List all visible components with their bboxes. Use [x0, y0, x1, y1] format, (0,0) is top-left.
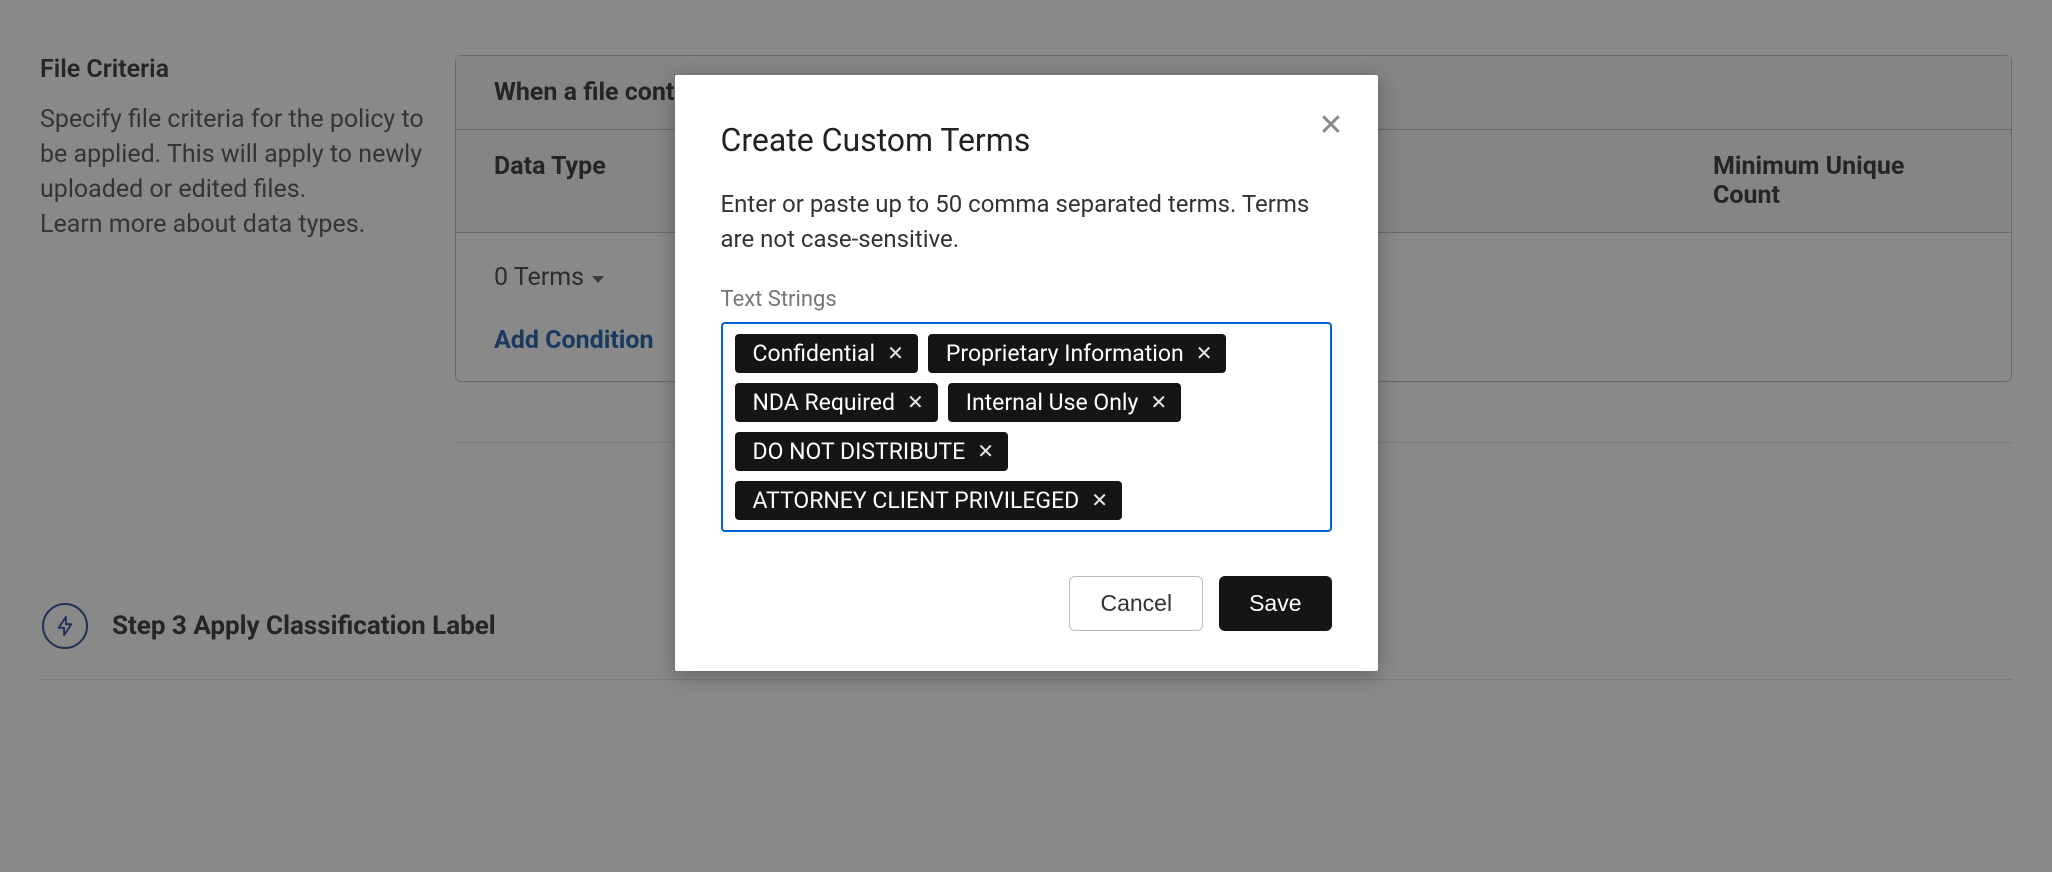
text-strings-input[interactable]: Confidential✕Proprietary Information✕NDA…	[721, 322, 1332, 532]
create-custom-terms-modal: ✕ Create Custom Terms Enter or paste up …	[675, 75, 1378, 671]
modal-overlay[interactable]: ✕ Create Custom Terms Enter or paste up …	[0, 0, 2052, 872]
remove-tag-icon[interactable]: ✕	[1196, 343, 1213, 363]
close-icon[interactable]: ✕	[1314, 107, 1347, 145]
remove-tag-icon[interactable]: ✕	[1150, 392, 1167, 412]
remove-tag-icon[interactable]: ✕	[1091, 490, 1108, 510]
term-tag: Internal Use Only ✕	[948, 383, 1181, 422]
modal-description: Enter or paste up to 50 comma separated …	[721, 187, 1332, 257]
modal-title: Create Custom Terms	[721, 121, 1332, 159]
modal-actions: Cancel Save	[721, 576, 1332, 631]
term-tag-label: Confidential	[753, 340, 876, 367]
save-button[interactable]: Save	[1219, 576, 1331, 631]
text-strings-label: Text Strings	[721, 287, 1332, 312]
term-tag-label: ATTORNEY CLIENT PRIVILEGED	[753, 487, 1080, 514]
term-tag: Confidential ✕	[735, 334, 918, 373]
term-tag: NDA Required ✕	[735, 383, 938, 422]
term-tag-label: NDA Required	[753, 389, 895, 416]
remove-tag-icon[interactable]: ✕	[977, 441, 994, 461]
remove-tag-icon[interactable]: ✕	[887, 343, 904, 363]
term-tag-label: DO NOT DISTRIBUTE	[753, 438, 966, 465]
term-tag-label: Proprietary Information	[946, 340, 1184, 367]
term-tag: DO NOT DISTRIBUTE ✕	[735, 432, 1009, 471]
cancel-button[interactable]: Cancel	[1069, 576, 1203, 631]
remove-tag-icon[interactable]: ✕	[907, 392, 924, 412]
term-tag-label: Internal Use Only	[966, 389, 1139, 416]
term-tag: Proprietary Information ✕	[928, 334, 1227, 373]
term-tag: ATTORNEY CLIENT PRIVILEGED ✕	[735, 481, 1123, 520]
